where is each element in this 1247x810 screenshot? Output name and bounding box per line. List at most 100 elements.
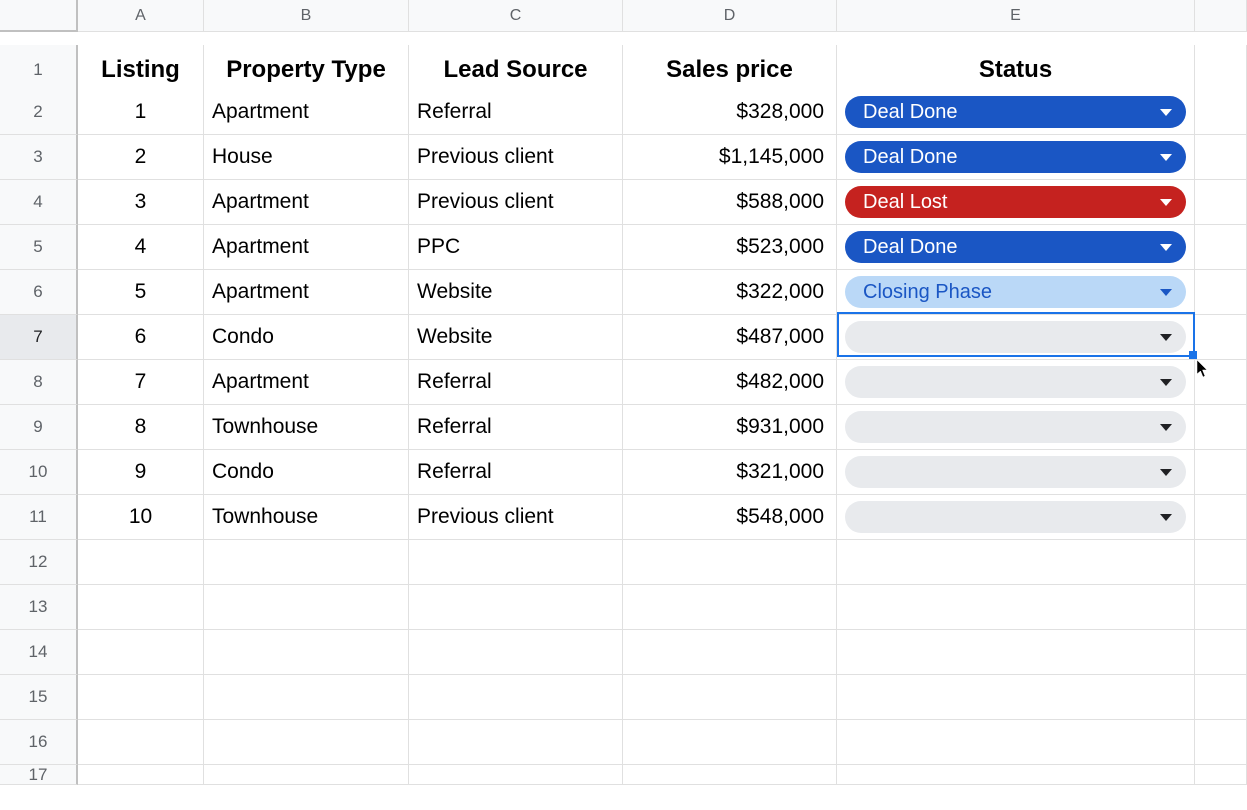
cell-empty-16-2[interactable] xyxy=(409,720,623,765)
cell-f-6[interactable] xyxy=(1195,270,1247,315)
cell-empty-12-1[interactable] xyxy=(204,540,409,585)
cell-property-type-10[interactable]: Condo xyxy=(204,450,409,495)
cell-empty-15-5[interactable] xyxy=(1195,675,1247,720)
row-header-12[interactable]: 12 xyxy=(0,540,78,585)
status-dropdown-7[interactable] xyxy=(845,321,1186,353)
cell-empty-14-3[interactable] xyxy=(623,630,837,675)
cell-sales-price-5[interactable]: $523,000 xyxy=(623,225,837,270)
cell-f-3[interactable] xyxy=(1195,135,1247,180)
row-header-9[interactable]: 9 xyxy=(0,405,78,450)
cell-empty-13-2[interactable] xyxy=(409,585,623,630)
row-header-6[interactable]: 6 xyxy=(0,270,78,315)
cell-listing-6[interactable]: 5 xyxy=(78,270,204,315)
cell-f-7[interactable] xyxy=(1195,315,1247,360)
cell-sales-price-11[interactable]: $548,000 xyxy=(623,495,837,540)
cell-empty-15-1[interactable] xyxy=(204,675,409,720)
cell-sales-price-6[interactable]: $322,000 xyxy=(623,270,837,315)
cell-listing-4[interactable]: 3 xyxy=(78,180,204,225)
cell-status-3[interactable]: Deal Done xyxy=(837,135,1195,180)
row-header-11[interactable]: 11 xyxy=(0,495,78,540)
col-header-c[interactable]: C xyxy=(409,0,623,32)
cell-lead-source-3[interactable]: Previous client xyxy=(409,135,623,180)
status-dropdown-9[interactable] xyxy=(845,411,1186,443)
cell-lead-source-10[interactable]: Referral xyxy=(409,450,623,495)
cell-empty-14-1[interactable] xyxy=(204,630,409,675)
cell-lead-source-5[interactable]: PPC xyxy=(409,225,623,270)
cell-status-8[interactable] xyxy=(837,360,1195,405)
row-header-4[interactable]: 4 xyxy=(0,180,78,225)
cell-empty-12-3[interactable] xyxy=(623,540,837,585)
cell-property-type-5[interactable]: Apartment xyxy=(204,225,409,270)
cell-empty-16-0[interactable] xyxy=(78,720,204,765)
cell-status-11[interactable] xyxy=(837,495,1195,540)
fill-handle[interactable] xyxy=(1189,351,1197,359)
cell-lead-source-9[interactable]: Referral xyxy=(409,405,623,450)
cell-status-6[interactable]: Closing Phase xyxy=(837,270,1195,315)
cell-empty-17-5[interactable] xyxy=(1195,765,1247,785)
cell-property-type-11[interactable]: Townhouse xyxy=(204,495,409,540)
row-header-14[interactable]: 14 xyxy=(0,630,78,675)
status-dropdown-2[interactable]: Deal Done xyxy=(845,96,1186,128)
cell-f-5[interactable] xyxy=(1195,225,1247,270)
cell-f-2[interactable] xyxy=(1195,90,1247,135)
row-header-15[interactable]: 15 xyxy=(0,675,78,720)
cell-status-9[interactable] xyxy=(837,405,1195,450)
cell-sales-price-8[interactable]: $482,000 xyxy=(623,360,837,405)
cell-listing-5[interactable]: 4 xyxy=(78,225,204,270)
cell-listing-9[interactable]: 8 xyxy=(78,405,204,450)
cell-empty-17-0[interactable] xyxy=(78,765,204,785)
cell-empty-13-1[interactable] xyxy=(204,585,409,630)
cell-empty-14-5[interactable] xyxy=(1195,630,1247,675)
cell-lead-source-4[interactable]: Previous client xyxy=(409,180,623,225)
cell-empty-14-2[interactable] xyxy=(409,630,623,675)
row-header-5[interactable]: 5 xyxy=(0,225,78,270)
cell-empty-12-4[interactable] xyxy=(837,540,1195,585)
cell-status-10[interactable] xyxy=(837,450,1195,495)
cell-f-10[interactable] xyxy=(1195,450,1247,495)
cell-empty-17-4[interactable] xyxy=(837,765,1195,785)
cell-empty-14-4[interactable] xyxy=(837,630,1195,675)
cell-property-type-8[interactable]: Apartment xyxy=(204,360,409,405)
row-header-7[interactable]: 7 xyxy=(0,315,78,360)
cell-empty-17-2[interactable] xyxy=(409,765,623,785)
cell-sales-price-10[interactable]: $321,000 xyxy=(623,450,837,495)
select-all-corner[interactable] xyxy=(0,0,78,32)
cell-listing-7[interactable]: 6 xyxy=(78,315,204,360)
col-header-a[interactable]: A xyxy=(78,0,204,32)
status-dropdown-10[interactable] xyxy=(845,456,1186,488)
cell-property-type-9[interactable]: Townhouse xyxy=(204,405,409,450)
cell-f-8[interactable] xyxy=(1195,360,1247,405)
cell-lead-source-2[interactable]: Referral xyxy=(409,90,623,135)
cell-status-7[interactable] xyxy=(837,315,1195,360)
cell-empty-17-1[interactable] xyxy=(204,765,409,785)
status-dropdown-11[interactable] xyxy=(845,501,1186,533)
col-header-b[interactable]: B xyxy=(204,0,409,32)
row-header-10[interactable]: 10 xyxy=(0,450,78,495)
cell-empty-16-5[interactable] xyxy=(1195,720,1247,765)
cell-lead-source-7[interactable]: Website xyxy=(409,315,623,360)
cell-status-4[interactable]: Deal Lost xyxy=(837,180,1195,225)
cell-property-type-7[interactable]: Condo xyxy=(204,315,409,360)
status-dropdown-6[interactable]: Closing Phase xyxy=(845,276,1186,308)
row-header-16[interactable]: 16 xyxy=(0,720,78,765)
cell-f-9[interactable] xyxy=(1195,405,1247,450)
cell-empty-12-0[interactable] xyxy=(78,540,204,585)
cell-empty-12-2[interactable] xyxy=(409,540,623,585)
status-dropdown-8[interactable] xyxy=(845,366,1186,398)
cell-f-11[interactable] xyxy=(1195,495,1247,540)
cell-empty-15-3[interactable] xyxy=(623,675,837,720)
cell-property-type-4[interactable]: Apartment xyxy=(204,180,409,225)
cell-empty-15-0[interactable] xyxy=(78,675,204,720)
row-header-8[interactable]: 8 xyxy=(0,360,78,405)
cell-property-type-6[interactable]: Apartment xyxy=(204,270,409,315)
cell-listing-2[interactable]: 1 xyxy=(78,90,204,135)
cell-sales-price-3[interactable]: $1,145,000 xyxy=(623,135,837,180)
cell-empty-13-5[interactable] xyxy=(1195,585,1247,630)
cell-empty-17-3[interactable] xyxy=(623,765,837,785)
cell-status-5[interactable]: Deal Done xyxy=(837,225,1195,270)
status-dropdown-5[interactable]: Deal Done xyxy=(845,231,1186,263)
cell-status-2[interactable]: Deal Done xyxy=(837,90,1195,135)
cell-empty-16-3[interactable] xyxy=(623,720,837,765)
cell-listing-8[interactable]: 7 xyxy=(78,360,204,405)
row-header-3[interactable]: 3 xyxy=(0,135,78,180)
